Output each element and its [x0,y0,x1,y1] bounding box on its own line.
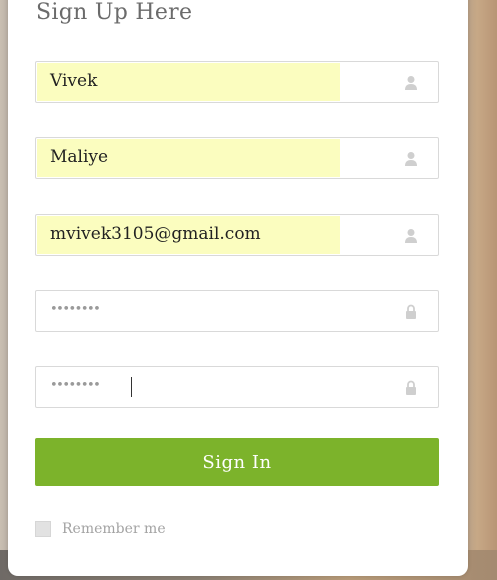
user-icon [405,229,417,243]
sign-in-button[interactable]: Sign In [35,438,439,486]
text-caret [131,377,132,397]
user-icon [405,76,417,90]
page-title: Sign Up Here [36,0,193,25]
email-value: mvivek3105@gmail.com [50,224,261,244]
password-value: •••••••• [50,302,101,317]
lock-icon [406,304,416,319]
remember-checkbox[interactable] [35,521,51,537]
first-name-value: Vivek [50,71,98,91]
first-name-field[interactable]: Vivek [35,61,439,103]
confirm-password-field[interactable]: •••••••• [35,366,439,408]
confirm-password-value: •••••••• [50,378,101,393]
email-field[interactable]: mvivek3105@gmail.com [35,214,439,256]
last-name-value: Maliye [50,147,109,167]
password-field[interactable]: •••••••• [35,290,439,332]
lock-icon [406,380,416,395]
last-name-field[interactable]: Maliye [35,137,439,179]
remember-label: Remember me [62,521,166,537]
remember-me[interactable]: Remember me [35,520,166,538]
user-icon [405,152,417,166]
